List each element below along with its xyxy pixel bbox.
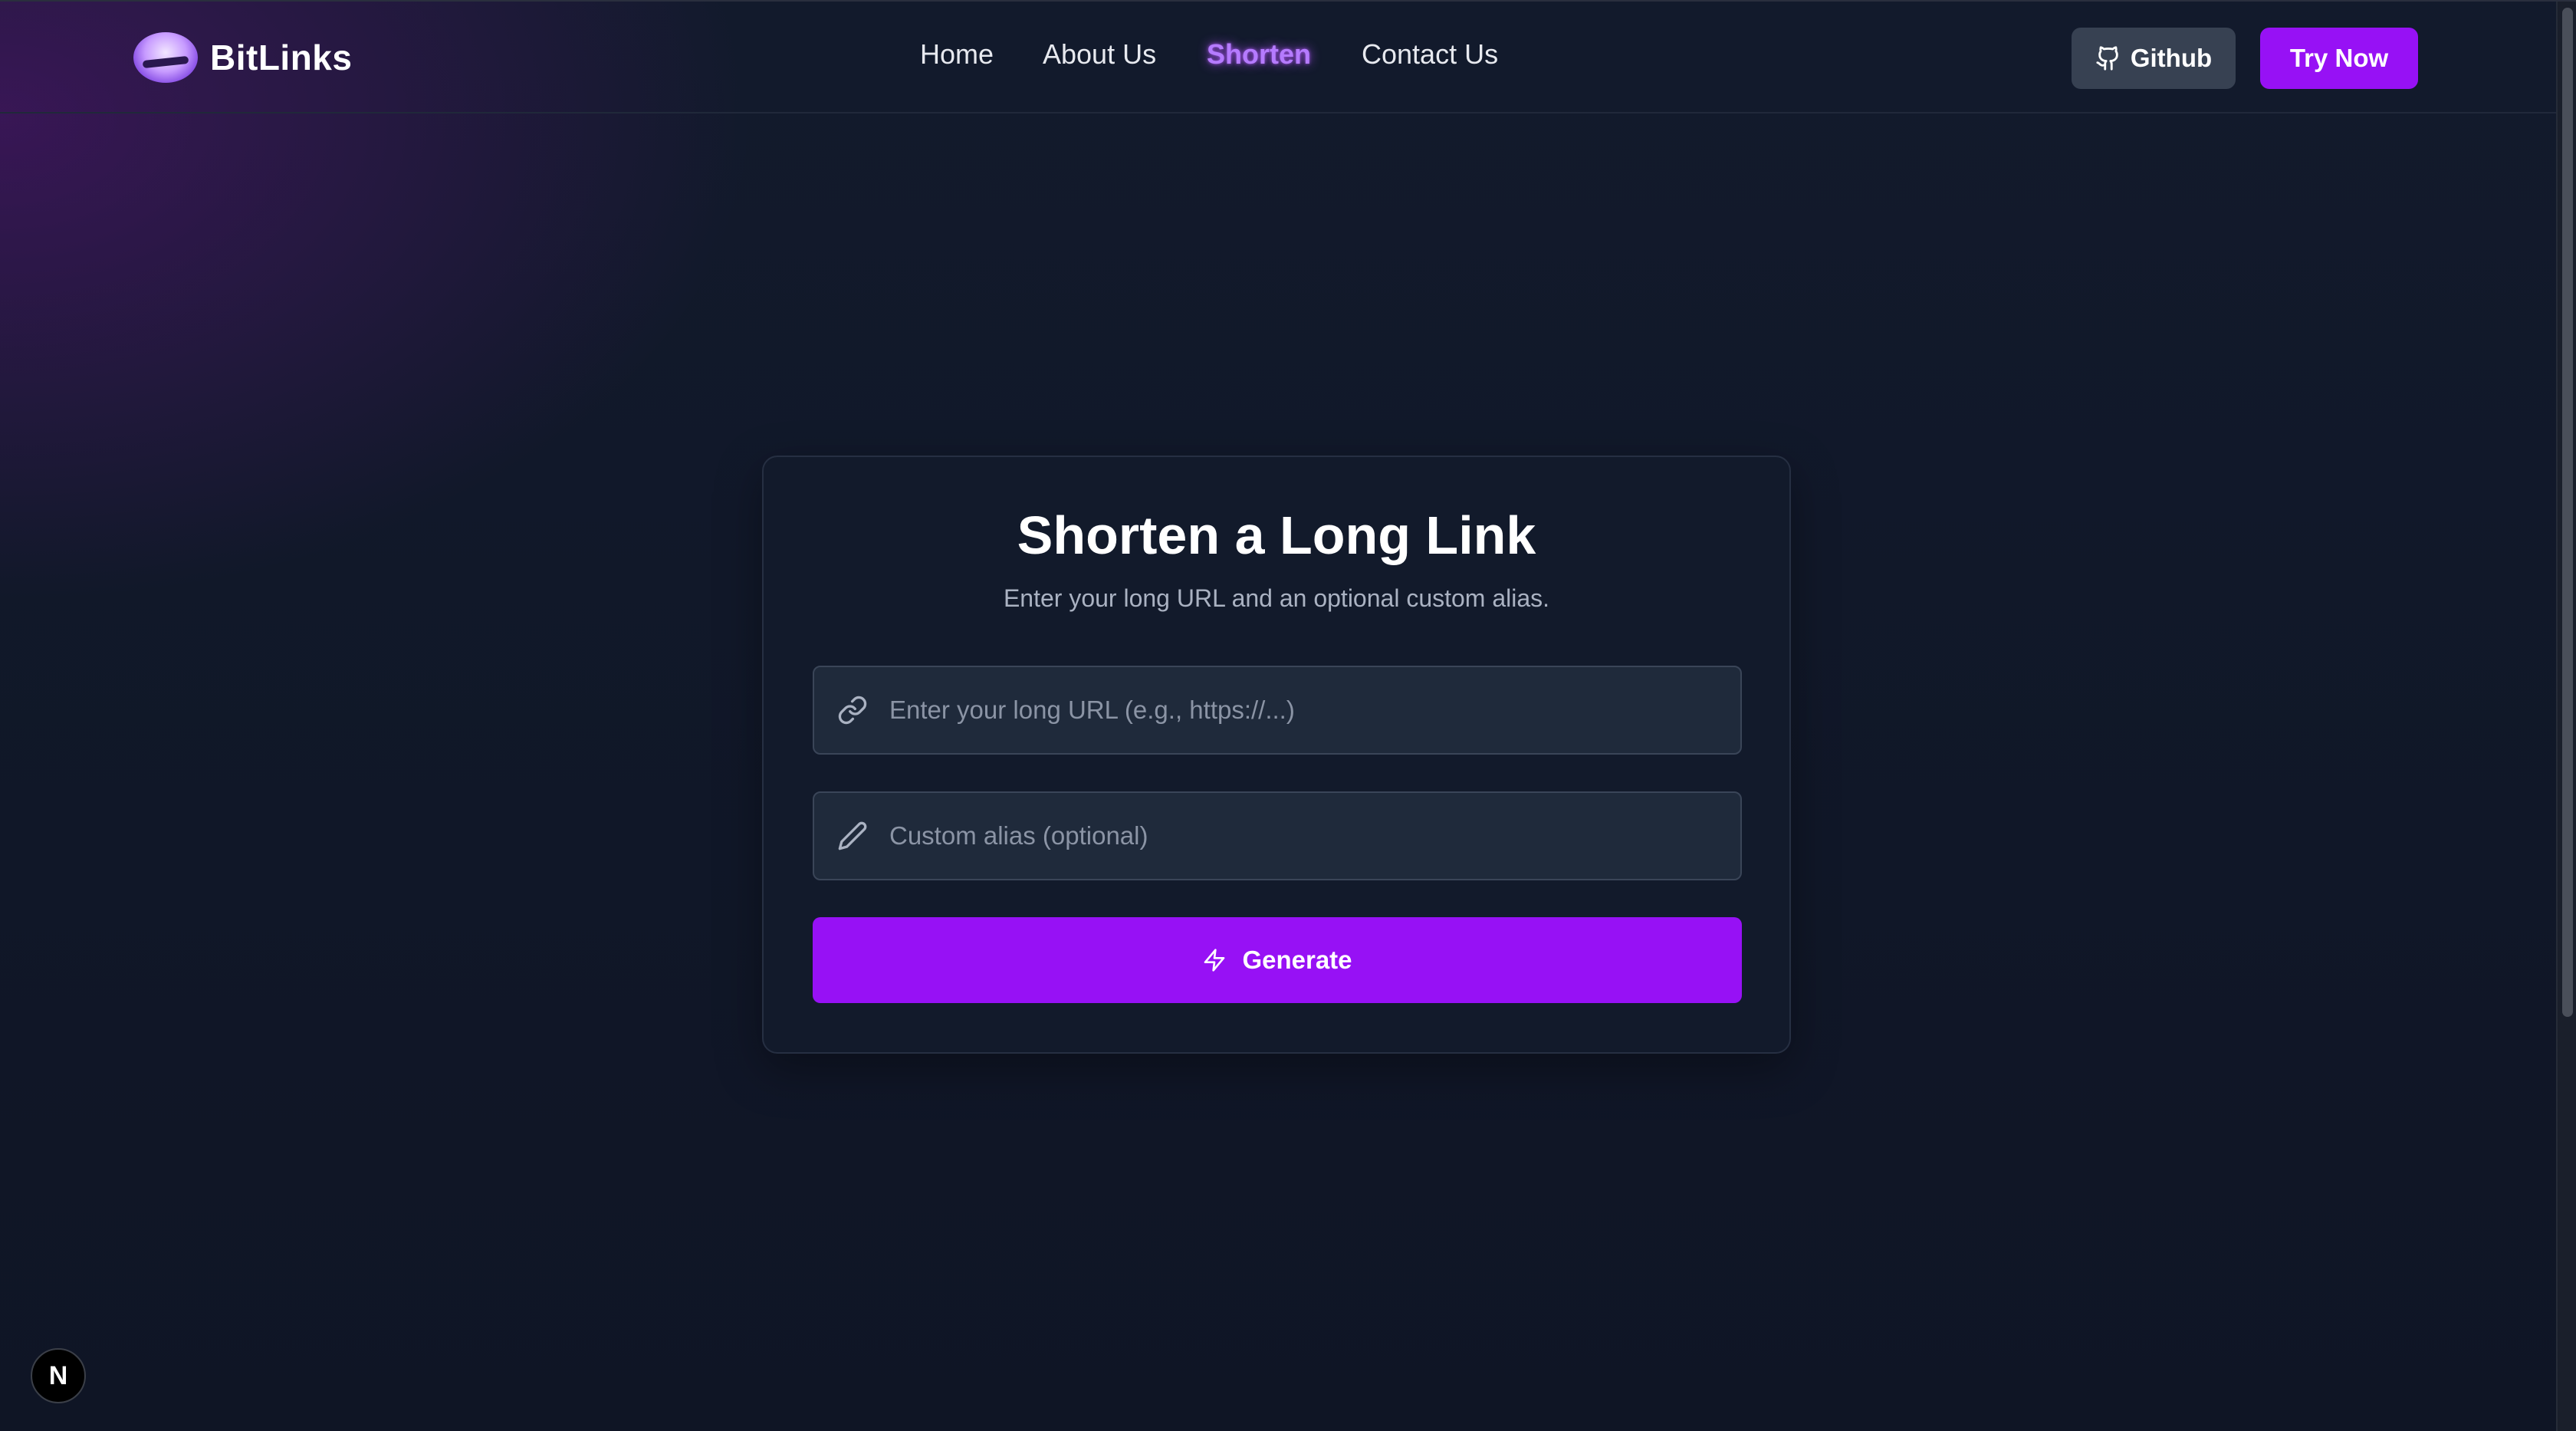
alias-field[interactable] <box>813 791 1742 880</box>
link-icon <box>837 693 871 727</box>
dev-badge-label: N <box>48 1360 68 1390</box>
generate-label: Generate <box>1242 946 1352 974</box>
github-button-label: Github <box>2130 44 2213 72</box>
nav-link-shorten[interactable]: Shorten <box>1207 38 1311 71</box>
navbar: BitLinks Home About Us Shorten Contact U… <box>0 2 2556 113</box>
github-icon <box>2096 46 2118 71</box>
pencil-icon <box>837 819 871 853</box>
alias-input[interactable] <box>889 793 1740 879</box>
page: BitLinks Home About Us Shorten Contact U… <box>0 0 2576 1431</box>
card-title: Shorten a Long Link <box>1017 505 1536 565</box>
url-input[interactable] <box>889 667 1740 753</box>
card-subtitle: Enter your long URL and an optional cust… <box>1003 584 1550 612</box>
nav-link-home[interactable]: Home <box>920 38 994 71</box>
try-now-button[interactable]: Try Now <box>2260 28 2418 89</box>
scrollbar-thumb[interactable] <box>2562 8 2573 1017</box>
try-now-label: Try Now <box>2289 44 2389 72</box>
lightning-icon <box>1204 949 1225 972</box>
github-button[interactable]: Github <box>2072 28 2236 89</box>
shorten-card: Shorten a Long Link Enter your long URL … <box>762 456 1791 1054</box>
generate-button[interactable]: Generate <box>813 917 1742 1003</box>
page-scrollbar[interactable] <box>2556 2 2576 1431</box>
dev-tools-badge[interactable]: N <box>31 1348 86 1403</box>
nav-link-contact-us[interactable]: Contact Us <box>1362 38 1498 71</box>
url-field[interactable] <box>813 666 1742 755</box>
nav-link-about-us[interactable]: About Us <box>1043 38 1156 71</box>
